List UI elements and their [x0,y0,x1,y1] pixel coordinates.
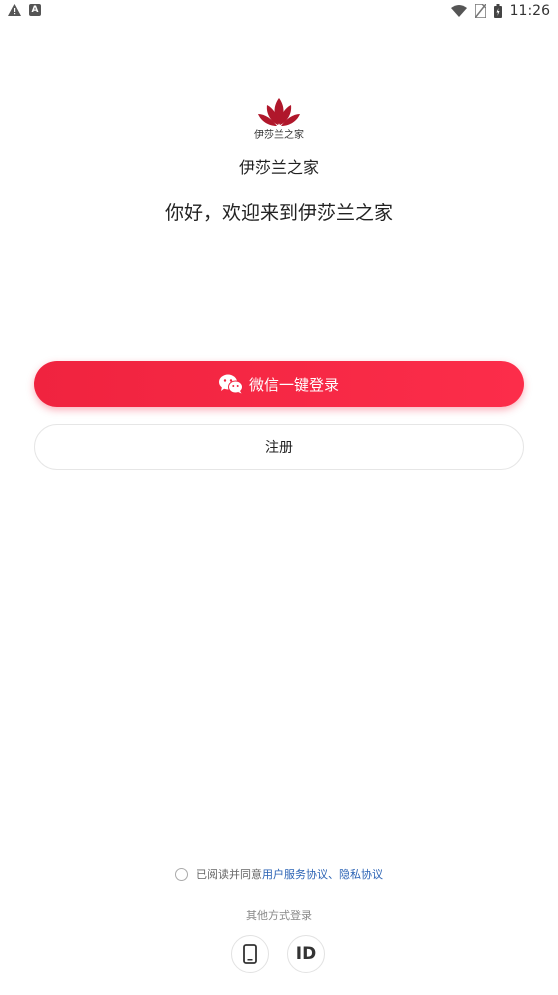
user-agreement-link[interactable]: 用户服务协议 [262,866,328,882]
logo-text: 伊莎兰之家 [254,130,304,141]
id-login-label: ID [295,944,317,964]
agreement-separator: 、 [328,868,339,881]
no-sim-icon [474,4,486,18]
a-notification-icon: A [29,4,41,16]
status-time: 11:26 [509,3,550,19]
other-login-label: 其他方式登录 [246,909,312,922]
agreement-checkbox[interactable] [175,867,188,881]
battery-icon [493,4,502,18]
register-label: 注册 [265,440,293,456]
wechat-icon [218,374,243,394]
welcome-message: 你好，欢迎来到伊莎兰之家 [164,202,393,224]
register-button[interactable]: 注册 [34,424,524,470]
phone-icon [243,944,257,964]
app-name: 伊莎兰之家 [238,158,319,177]
agreement-prefix: 已阅读并同意 [196,868,262,881]
id-login-button[interactable]: ID [287,935,325,973]
status-right: 11:26 [450,3,550,19]
privacy-policy-link[interactable]: 隐私协议 [339,866,383,882]
warning-icon [8,4,21,16]
agreement-row: 已阅读并同意 用户服务协议 、 隐私协议 [0,866,558,882]
status-bar: A 11:26 [0,0,558,24]
wifi-icon [450,5,467,17]
phone-login-button[interactable] [231,935,269,973]
wechat-login-button[interactable]: 微信一键登录 [34,361,524,407]
wechat-login-label: 微信一键登录 [248,375,339,394]
status-left: A [8,4,41,16]
